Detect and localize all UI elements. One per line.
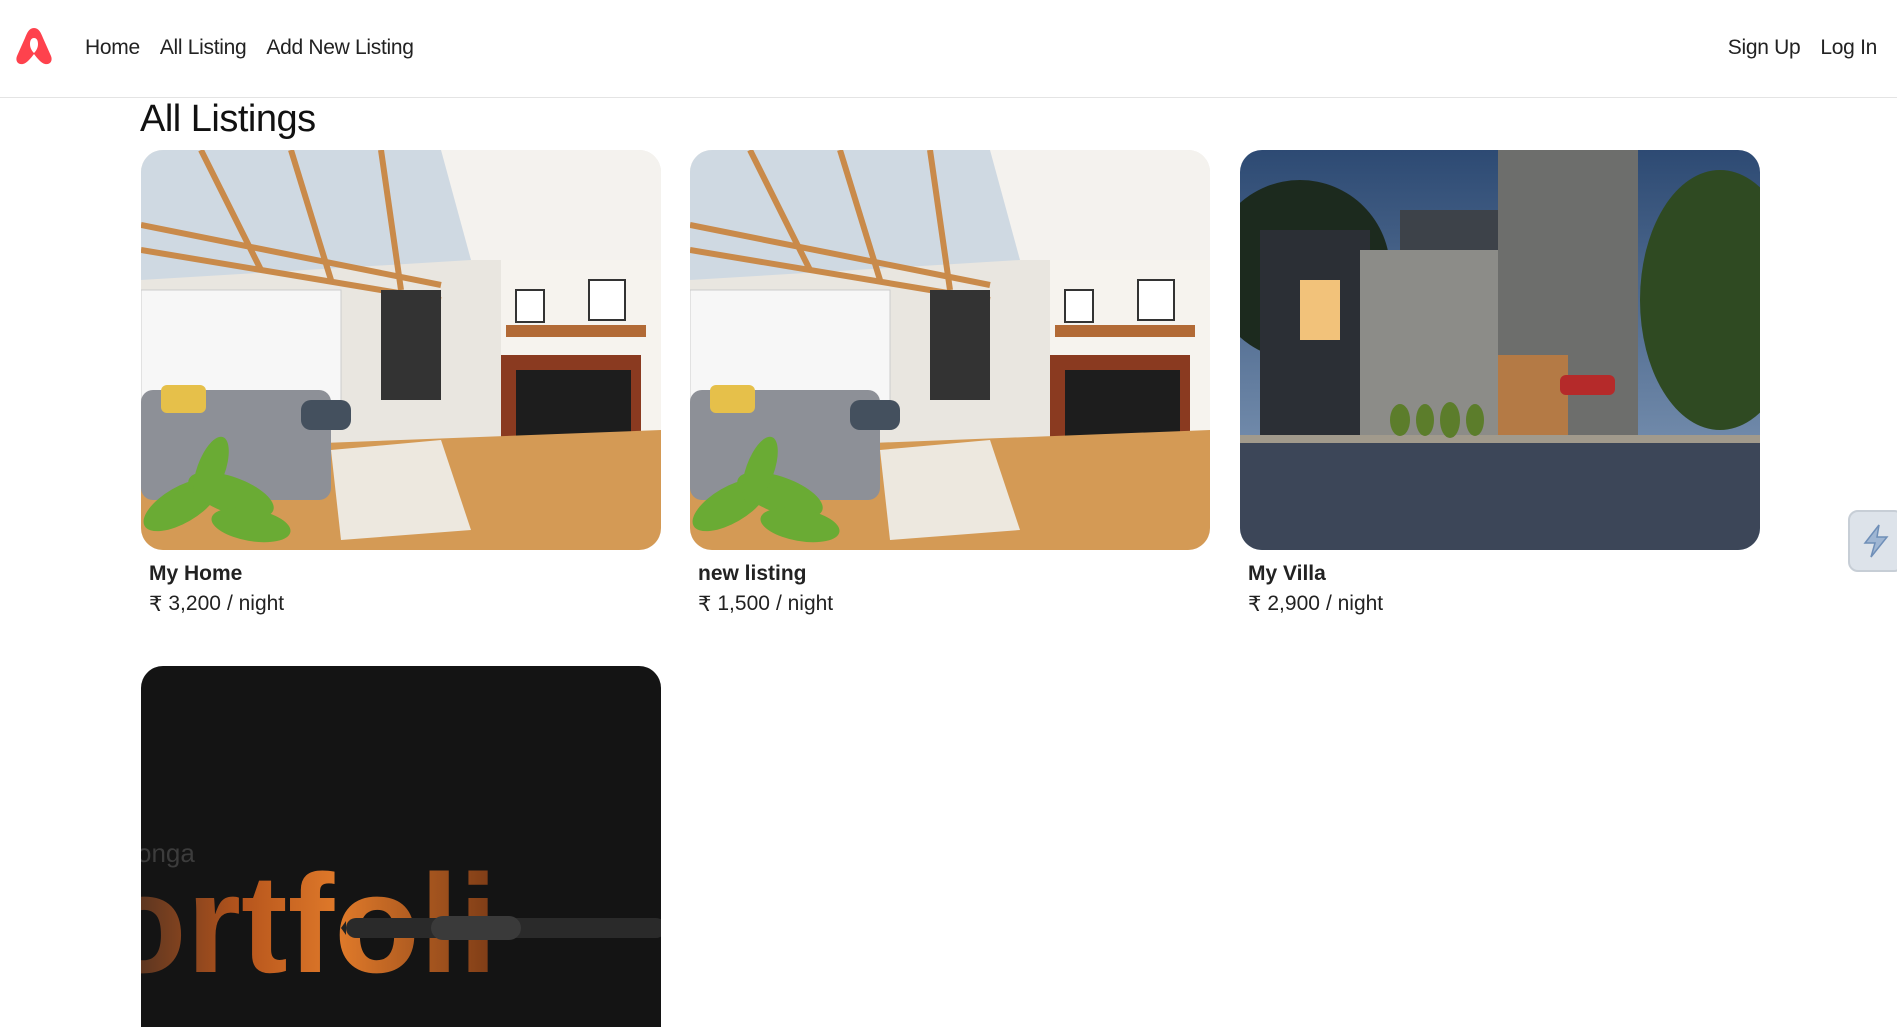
price-unit: / night: [1325, 592, 1384, 615]
listing-price: ₹ 2,900 / night: [1248, 592, 1752, 617]
listing-title: My Villa: [1248, 562, 1326, 585]
airbnb-logo-icon[interactable]: [12, 24, 56, 68]
listing-price: ₹ 1,500 / night: [698, 592, 1202, 617]
living-room-photo[interactable]: [690, 150, 1210, 550]
listing-card[interactable]: My Villa ₹ 2,900 / night: [1240, 150, 1760, 617]
page-title: All Listings: [140, 98, 316, 140]
currency-symbol: ₹: [698, 593, 712, 616]
nav-add-new-listing-link[interactable]: Add New Listing: [266, 36, 414, 60]
price-value: 3,200: [168, 592, 221, 615]
nav-home-link[interactable]: Home: [85, 36, 140, 60]
listing-card-body: new listing ₹ 1,500 / night: [690, 550, 1210, 617]
price-unit: / night: [226, 592, 285, 615]
listing-card[interactable]: onga ortfoli: [141, 666, 661, 1027]
listing-price: ₹ 3,200 / night: [149, 592, 653, 617]
listing-card[interactable]: new listing ₹ 1,500 / night: [690, 150, 1210, 617]
nav-left: Home All Listing Add New Listing: [85, 36, 414, 60]
living-room-photo[interactable]: [141, 150, 661, 550]
lightning-widget-button[interactable]: [1848, 510, 1897, 572]
listing-title: My Home: [149, 562, 243, 585]
price-unit: / night: [775, 592, 834, 615]
price-value: 2,900: [1267, 592, 1320, 615]
listing-title: new listing: [698, 562, 807, 585]
nav-right: Sign Up Log In: [1728, 36, 1878, 60]
nav-all-listing-link[interactable]: All Listing: [160, 36, 247, 60]
listing-card[interactable]: My Home ₹ 3,200 / night: [141, 150, 661, 617]
nav-sign-up-link[interactable]: Sign Up: [1728, 36, 1801, 60]
nav-log-in-link[interactable]: Log In: [1820, 36, 1877, 60]
currency-symbol: ₹: [1248, 593, 1262, 616]
currency-symbol: ₹: [149, 593, 163, 616]
listing-card-body: My Villa ₹ 2,900 / night: [1240, 550, 1760, 617]
listing-card-body: My Home ₹ 3,200 / night: [141, 550, 661, 617]
navbar: Home All Listing Add New Listing Sign Up…: [0, 0, 1897, 98]
modern-villa-night-photo[interactable]: [1240, 150, 1760, 550]
lightning-icon: [1863, 524, 1889, 558]
price-value: 1,500: [717, 592, 770, 615]
portfolio-graphic[interactable]: onga ortfoli: [141, 666, 661, 1027]
